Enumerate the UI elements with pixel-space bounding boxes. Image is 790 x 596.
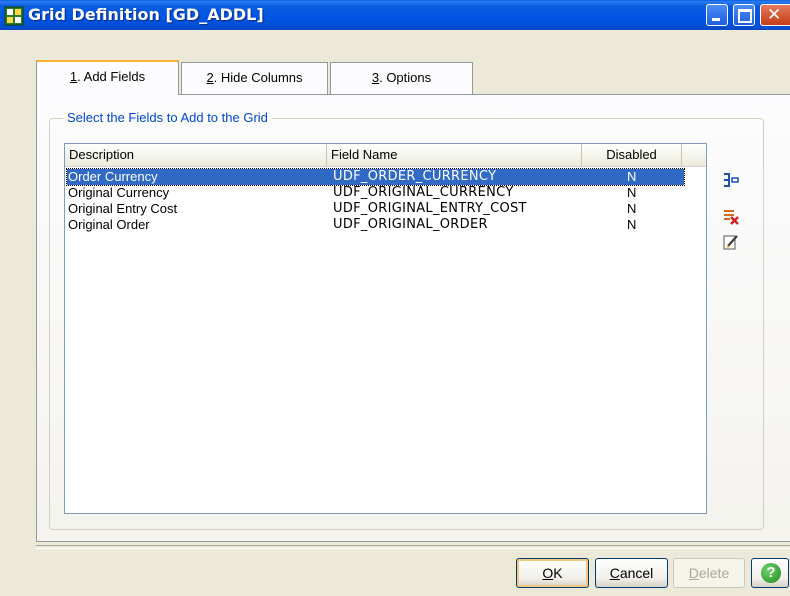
group-label: Select the Fields to Add to the Grid bbox=[63, 110, 272, 125]
ok-button[interactable]: OK bbox=[516, 558, 589, 588]
cell-field-name: UDF_ORIGINAL_ORDER bbox=[333, 217, 488, 232]
fields-list[interactable]: Description Field Name Disabled Order Cu… bbox=[64, 143, 707, 514]
title-bar[interactable]: Grid Definition [GD_ADDL] ✕ bbox=[0, 0, 790, 30]
tab-add-fields[interactable]: 1. Add Fields bbox=[36, 60, 179, 95]
cancel-button[interactable]: Cancel bbox=[595, 558, 668, 588]
column-header-field-name[interactable]: Field Name bbox=[327, 144, 582, 166]
help-icon: ? bbox=[761, 563, 781, 583]
tab-options[interactable]: 3. Options bbox=[330, 62, 473, 94]
delete-button-label: elete bbox=[698, 565, 730, 581]
add-column-icon[interactable] bbox=[722, 171, 740, 189]
minimize-button[interactable] bbox=[706, 4, 728, 26]
cell-description: Original Order bbox=[68, 217, 150, 232]
column-header-description[interactable]: Description bbox=[65, 144, 327, 166]
close-icon: ✕ bbox=[767, 5, 782, 25]
footer-separator bbox=[36, 545, 790, 549]
delete-button-mnemonic: D bbox=[688, 565, 699, 581]
tab-hide-columns-label: . Hide Columns bbox=[213, 70, 303, 85]
cancel-button-mnemonic: C bbox=[609, 565, 620, 581]
cell-disabled: N bbox=[627, 217, 637, 232]
ok-button-mnemonic: O bbox=[542, 565, 554, 581]
cell-disabled: N bbox=[627, 201, 637, 216]
cell-description: Original Entry Cost bbox=[68, 201, 178, 216]
delete-column-icon[interactable] bbox=[722, 208, 740, 226]
maximize-button[interactable] bbox=[733, 4, 755, 26]
list-row[interactable]: Original Entry Cost UDF_ORIGINAL_ENTRY_C… bbox=[67, 201, 684, 217]
close-button[interactable]: ✕ bbox=[760, 4, 790, 26]
cell-field-name: UDF_ORDER_CURRENCY bbox=[333, 169, 497, 184]
minimize-icon bbox=[712, 18, 720, 21]
cell-field-name: UDF_ORIGINAL_ENTRY_COST bbox=[333, 201, 527, 216]
list-row[interactable]: Original Order UDF_ORIGINAL_ORDER N bbox=[67, 217, 684, 233]
edit-column-icon[interactable] bbox=[722, 233, 740, 251]
help-button[interactable]: ? bbox=[751, 558, 789, 588]
cell-disabled: N bbox=[627, 185, 637, 200]
column-header-disabled[interactable]: Disabled bbox=[582, 144, 682, 166]
delete-button[interactable]: Delete bbox=[673, 558, 745, 588]
cell-description: Original Currency bbox=[68, 185, 170, 200]
list-row[interactable]: Original Currency UDF_ORIGINAL_CURRENCY … bbox=[67, 185, 684, 201]
tab-hide-columns-mnemonic: 2 bbox=[206, 70, 214, 85]
cancel-button-label: ancel bbox=[619, 565, 654, 581]
tab-options-label: . Options bbox=[379, 70, 432, 85]
list-header: Description Field Name Disabled bbox=[65, 144, 706, 167]
tab-hide-columns[interactable]: 2. Hide Columns bbox=[181, 62, 328, 94]
window-title: Grid Definition [GD_ADDL] bbox=[28, 5, 264, 24]
maximize-icon bbox=[738, 9, 752, 23]
tab-options-mnemonic: 3 bbox=[371, 70, 380, 85]
cell-field-name: UDF_ORIGINAL_CURRENCY bbox=[333, 185, 514, 200]
cell-description: Order Currency bbox=[68, 169, 158, 184]
app-icon bbox=[4, 6, 24, 26]
ok-button-label: K bbox=[553, 565, 563, 581]
list-row[interactable]: Order Currency UDF_ORDER_CURRENCY N bbox=[66, 168, 685, 186]
tab-add-fields-label: . Add Fields bbox=[77, 69, 146, 84]
cell-disabled: N bbox=[627, 169, 637, 184]
